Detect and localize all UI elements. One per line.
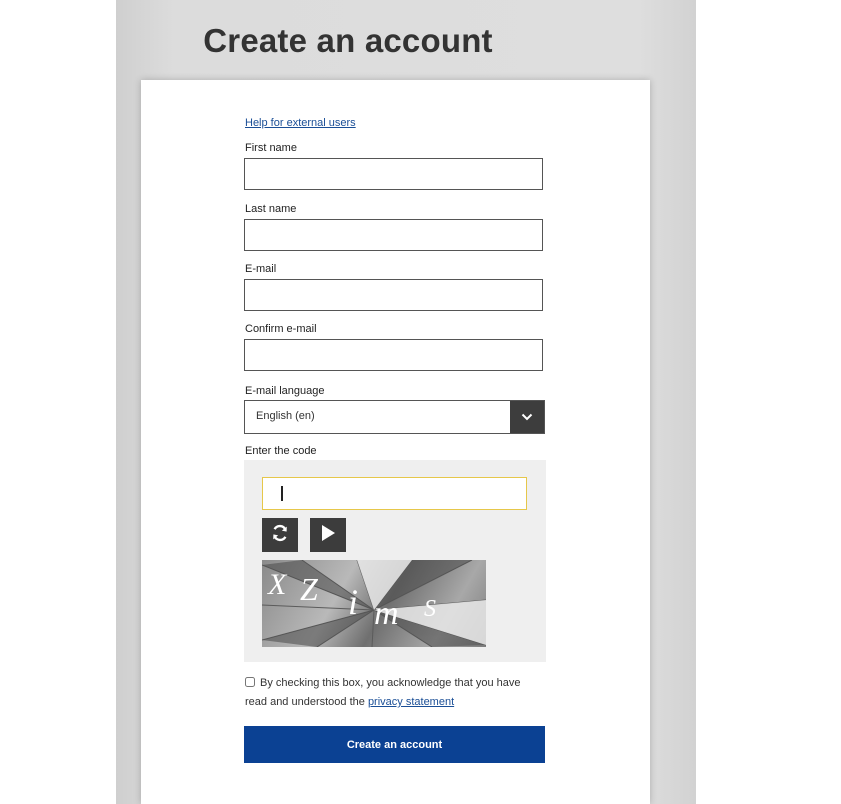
text-caret bbox=[281, 486, 283, 501]
email-language-value: English (en) bbox=[256, 410, 315, 422]
last-name-label: Last name bbox=[245, 203, 297, 215]
captcha-refresh-button[interactable] bbox=[262, 518, 298, 552]
svg-text:X: X bbox=[267, 568, 288, 601]
captcha-play-button[interactable] bbox=[310, 518, 346, 552]
consent-checkbox[interactable] bbox=[245, 677, 255, 687]
captcha-area: X Z i m S bbox=[244, 460, 546, 662]
email-label: E-mail bbox=[245, 263, 277, 275]
captcha-image: X Z i m S bbox=[262, 560, 486, 647]
first-name-label: First name bbox=[245, 142, 297, 154]
create-account-button[interactable]: Create an account bbox=[244, 726, 545, 763]
svg-text:S: S bbox=[424, 596, 436, 622]
consent-row: By checking this box, you acknowledge th… bbox=[245, 674, 545, 712]
captcha-input[interactable] bbox=[262, 477, 527, 510]
email-language-select[interactable]: English (en) bbox=[244, 400, 545, 434]
confirm-email-input[interactable] bbox=[244, 339, 543, 371]
privacy-statement-link[interactable]: privacy statement bbox=[368, 696, 454, 708]
refresh-icon bbox=[270, 523, 290, 548]
registration-form: Help for external users First name Last … bbox=[141, 80, 650, 804]
play-icon bbox=[320, 524, 336, 547]
chevron-down-icon[interactable] bbox=[510, 401, 544, 433]
confirm-email-label: Confirm e-mail bbox=[245, 323, 317, 335]
svg-text:m: m bbox=[374, 595, 399, 632]
last-name-input[interactable] bbox=[244, 219, 543, 251]
first-name-input[interactable] bbox=[244, 158, 543, 190]
svg-text:Z: Z bbox=[300, 571, 319, 607]
page-title: Create an account bbox=[203, 22, 493, 59]
svg-text:i: i bbox=[348, 582, 358, 622]
captcha-label: Enter the code bbox=[245, 445, 317, 457]
help-link[interactable]: Help for external users bbox=[245, 117, 356, 129]
email-input[interactable] bbox=[244, 279, 543, 311]
email-language-label: E-mail language bbox=[245, 385, 325, 397]
